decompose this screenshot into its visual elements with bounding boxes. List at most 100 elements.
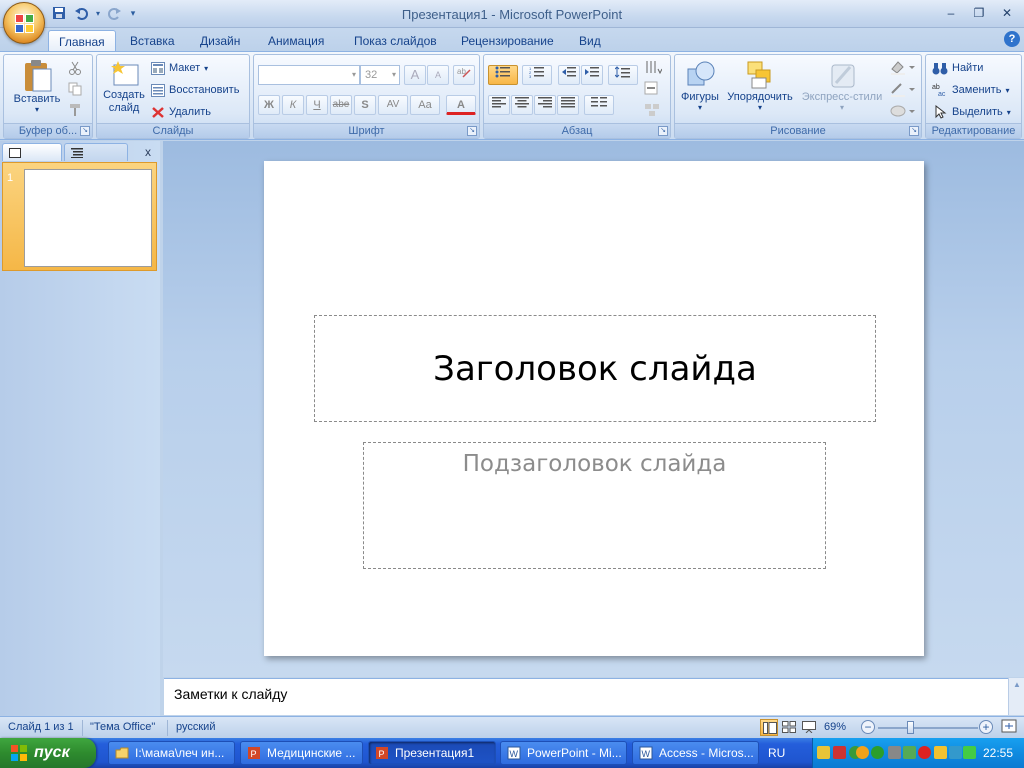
shrink-font-button[interactable]: A	[427, 65, 449, 85]
replace-button[interactable]: ab ac Заменить ▾	[932, 80, 1009, 100]
align-left-icon[interactable]	[488, 95, 510, 115]
change-case-button[interactable]: Aa	[410, 95, 440, 115]
tray-alert-icon[interactable]	[918, 746, 931, 759]
zoom-slider-track[interactable]	[878, 727, 978, 729]
char-spacing-button[interactable]: AV	[378, 95, 408, 115]
zoom-out-icon[interactable]: −	[861, 720, 875, 734]
bullets-icon[interactable]	[488, 65, 518, 85]
tab-outline[interactable]	[64, 143, 128, 161]
delete-slide-button[interactable]: Удалить	[151, 102, 211, 122]
align-text-icon[interactable]	[644, 81, 660, 98]
start-button[interactable]: пуск	[0, 738, 96, 768]
tab-animation[interactable]: Анимация	[258, 30, 334, 52]
language-status[interactable]: русский	[176, 721, 215, 733]
copy-icon[interactable]	[68, 82, 82, 99]
zoom-level[interactable]: 69%	[824, 721, 846, 733]
office-button[interactable]	[3, 2, 45, 44]
notes-scrollbar[interactable]: ▲	[1008, 678, 1024, 715]
tray-antivirus-icon[interactable]	[833, 746, 846, 759]
tray-utorrent-icon[interactable]	[871, 746, 884, 759]
close-button[interactable]: ✕	[994, 4, 1020, 22]
close-panel-icon[interactable]: x	[145, 145, 151, 159]
undo-icon[interactable]	[72, 4, 90, 22]
tray-app-icon[interactable]	[903, 746, 916, 759]
taskbar-item-access-doc[interactable]: W Access - Micros...	[632, 741, 759, 765]
tray-bluetooth-icon[interactable]	[949, 746, 962, 759]
tab-view[interactable]: Вид	[569, 30, 611, 52]
clear-formatting-icon[interactable]: ab	[453, 65, 475, 85]
language-indicator[interactable]: RU	[768, 746, 785, 760]
grow-font-button[interactable]: A	[404, 65, 426, 85]
reset-button[interactable]: Восстановить	[151, 80, 239, 100]
slide-sorter-icon[interactable]	[780, 719, 798, 736]
numbering-icon[interactable]: 123	[522, 65, 552, 85]
tab-design[interactable]: Дизайн	[190, 30, 250, 52]
shape-effects-icon[interactable]	[889, 103, 915, 122]
increase-indent-icon[interactable]	[581, 65, 603, 85]
slideshow-view-icon[interactable]	[800, 719, 818, 736]
tray-download-icon[interactable]	[963, 746, 976, 759]
tray-speaker-icon[interactable]	[888, 746, 901, 759]
cut-icon[interactable]	[68, 61, 82, 78]
select-button[interactable]: Выделить ▾	[932, 102, 1011, 122]
shadow-button[interactable]: S	[354, 95, 376, 115]
slide-thumbnail-1[interactable]	[24, 169, 152, 267]
tray-warning-icon[interactable]	[817, 746, 830, 759]
strikethrough-button[interactable]: abe	[330, 95, 352, 115]
tab-review[interactable]: Рецензирование	[451, 30, 564, 52]
shapes-button[interactable]: Фигуры ▾	[677, 59, 723, 112]
font-color-button[interactable]: A	[446, 95, 476, 115]
quick-styles-button[interactable]: Экспресс-стили ▾	[799, 59, 885, 112]
smartart-icon[interactable]	[644, 103, 660, 120]
tray-messenger-icon[interactable]	[934, 746, 947, 759]
normal-view-icon[interactable]	[760, 719, 778, 736]
line-spacing-icon[interactable]	[608, 65, 638, 85]
paste-button[interactable]: Вставить ▾	[8, 59, 66, 114]
layout-button[interactable]: Макет ▾	[151, 58, 208, 78]
restore-button[interactable]: ❐	[966, 4, 992, 22]
taskbar-item-medical[interactable]: P Медицинские ...	[240, 741, 363, 765]
minimize-button[interactable]: –	[938, 4, 964, 22]
help-icon[interactable]: ?	[1004, 31, 1020, 47]
tab-home[interactable]: Главная	[48, 30, 116, 52]
text-direction-icon[interactable]	[644, 59, 663, 78]
new-slide-button[interactable]: Создать слайд	[99, 59, 149, 115]
justify-icon[interactable]	[557, 95, 579, 115]
taskbar-item-presentation1[interactable]: P Презентация1	[368, 741, 496, 765]
notes-pane[interactable]: Заметки к слайду	[164, 678, 1008, 715]
font-name-combo[interactable]: ▾	[258, 65, 360, 85]
tab-slides-thumbnails[interactable]	[2, 143, 62, 161]
shape-outline-icon[interactable]	[889, 81, 915, 100]
drawing-launcher-icon[interactable]: ↘	[909, 126, 919, 136]
taskbar-item-powerpoint-doc[interactable]: W PowerPoint - Mi...	[500, 741, 627, 765]
decrease-indent-icon[interactable]	[558, 65, 580, 85]
tab-slideshow[interactable]: Показ слайдов	[344, 30, 447, 52]
redo-icon[interactable]	[106, 4, 124, 22]
tray-update-icon[interactable]	[856, 746, 869, 759]
font-size-combo[interactable]: 32 ▾	[360, 65, 400, 85]
columns-icon[interactable]	[584, 95, 614, 115]
paragraph-launcher-icon[interactable]: ↘	[658, 126, 668, 136]
shape-fill-icon[interactable]	[889, 59, 915, 78]
underline-button[interactable]: Ч	[306, 95, 328, 115]
zoom-in-icon[interactable]: +	[979, 720, 993, 734]
taskbar-item-explorer[interactable]: I:\мама\леч ин...	[108, 741, 235, 765]
arrange-button[interactable]: Упорядочить ▾	[723, 59, 797, 112]
zoom-slider-thumb[interactable]	[907, 721, 914, 734]
align-right-icon[interactable]	[534, 95, 556, 115]
undo-dropdown-icon[interactable]: ▾	[94, 4, 102, 22]
tab-insert[interactable]: Вставка	[120, 30, 185, 52]
find-button[interactable]: Найти	[932, 58, 983, 78]
align-center-icon[interactable]	[511, 95, 533, 115]
customize-qat-icon[interactable]: ▾	[128, 4, 138, 22]
slide-title-placeholder[interactable]: Заголовок слайда	[314, 315, 876, 422]
font-launcher-icon[interactable]: ↘	[467, 126, 477, 136]
fit-to-window-icon[interactable]	[1001, 719, 1019, 736]
save-icon[interactable]	[50, 4, 68, 22]
bold-button[interactable]: Ж	[258, 95, 280, 115]
clipboard-launcher-icon[interactable]: ↘	[80, 126, 90, 136]
theme-status[interactable]: "Тема Office"	[90, 721, 155, 733]
italic-button[interactable]: К	[282, 95, 304, 115]
format-painter-icon[interactable]	[68, 103, 82, 120]
slide-subtitle-placeholder[interactable]: Подзаголовок слайда	[363, 442, 826, 569]
